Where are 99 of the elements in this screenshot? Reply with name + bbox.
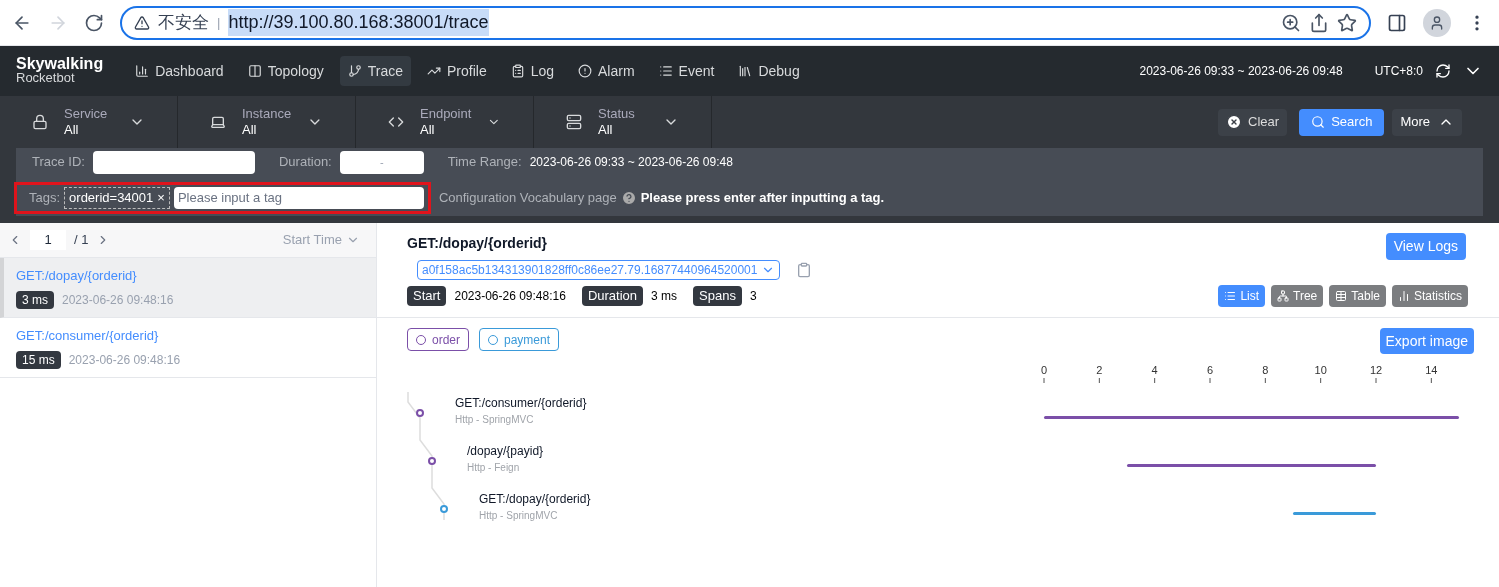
tick-mark: [1320, 377, 1322, 384]
tick-mark: [1098, 377, 1100, 384]
trace-id-field[interactable]: [93, 150, 255, 174]
timezone: UTC+8:0: [1374, 63, 1423, 80]
span-component: Http - Feign: [467, 461, 521, 475]
spans-label: Spans: [693, 286, 742, 306]
clear-button[interactable]: Clear: [1218, 108, 1288, 136]
nav-tab[interactable]: Event: [650, 56, 723, 86]
side-panel-icon[interactable]: [1387, 12, 1407, 33]
trace-endpoint: GET:/consumer/{orderid}: [16, 326, 160, 345]
list-icon: [658, 64, 673, 78]
tag-input-field[interactable]: Please input a tag: [173, 186, 424, 209]
tags-label: Tags:: [29, 188, 61, 207]
bookmark-star-icon[interactable]: [1337, 12, 1357, 33]
spans-value: 3: [749, 287, 757, 305]
view-mode-tab[interactable]: Tree: [1271, 285, 1324, 307]
tick-mark: [1154, 377, 1156, 384]
axis-tick-label: 12: [1369, 364, 1383, 376]
axis-tick-label: 8: [1262, 364, 1269, 376]
search-icon: [1311, 115, 1326, 129]
nav-tab[interactable]: Profile: [419, 56, 495, 86]
axis-tick-label: 14: [1425, 364, 1438, 376]
axis-tick-label: 0: [1040, 364, 1048, 376]
refresh-icon[interactable]: [1435, 63, 1451, 79]
start-value: 2023-06-26 09:48:16: [454, 287, 566, 305]
axis-tick-label: 2: [1096, 364, 1103, 376]
nav-tab[interactable]: Alarm: [570, 56, 643, 86]
span-component: Http - SpringMVC: [479, 509, 559, 523]
trace-duration: 15 ms: [16, 351, 61, 370]
reload-icon[interactable]: [84, 12, 104, 33]
bar-chart-icon: [1398, 290, 1410, 302]
list-icon: [1224, 290, 1237, 302]
start-label: Start: [407, 286, 447, 306]
lock-icon: [32, 114, 48, 130]
service-legend-item[interactable]: order: [407, 328, 469, 351]
warning-icon: [134, 14, 150, 31]
tag-chip: orderid=34001 ×: [64, 186, 170, 209]
trace-id-label: Trace ID:: [32, 153, 85, 172]
branch-icon: [347, 64, 362, 78]
tick-mark: [1375, 377, 1377, 384]
zoom-icon[interactable]: [1281, 12, 1301, 33]
tag-remove[interactable]: ×: [157, 187, 165, 208]
vocabulary-link[interactable]: Configuration Vocabulary page: [438, 187, 617, 208]
view-mode-tab[interactable]: Table: [1329, 285, 1386, 307]
duration-label: Duration:: [279, 153, 332, 172]
books-icon: [738, 64, 753, 78]
time-range[interactable]: 2023-06-26 09:33 ~ 2023-06-26 09:48: [1139, 62, 1343, 80]
page-field[interactable]: 1: [30, 230, 66, 250]
more-button[interactable]: More: [1392, 108, 1462, 136]
duration-value: 3 ms: [651, 287, 678, 305]
logo-subtitle: Rocketbot: [16, 71, 75, 85]
copy-icon[interactable]: [796, 262, 813, 278]
trace-list-item[interactable]: GET:/dopay/{orderid} 3 ms 2023-06-26 09:48:16: [0, 258, 376, 318]
code-icon: [388, 114, 404, 130]
page-total: / 1: [74, 231, 89, 250]
logo-text: Skywalking: [16, 57, 104, 71]
tick-mark: [1209, 377, 1211, 384]
duration-separator: -: [379, 154, 384, 170]
nav-tab[interactable]: Log: [502, 56, 563, 86]
time-range-label: Time Range:: [447, 153, 522, 172]
duration-label: Duration: [581, 286, 644, 306]
axis-tick-label: 10: [1314, 364, 1327, 376]
tick-mark: [1043, 377, 1045, 384]
axis-tick-label: 6: [1206, 364, 1214, 376]
laptop-icon: [210, 114, 226, 130]
nav-tab[interactable]: Trace: [339, 56, 411, 86]
share-icon[interactable]: [1309, 12, 1329, 33]
clipboard-icon: [510, 64, 525, 78]
trace-title: GET:/dopay/{orderid}: [407, 234, 549, 253]
address-bar[interactable]: 不安全 | http://39.100.80.168:38001/trace: [120, 5, 1371, 40]
tick-mark: [1430, 377, 1432, 384]
span-name[interactable]: GET:/consumer/{orderid}: [455, 394, 587, 412]
time-range-value: 2023-06-26 09:33 ~ 2023-06-26 09:48: [529, 154, 733, 171]
view-mode-tab[interactable]: Statistics: [1392, 285, 1468, 307]
nav-tab[interactable]: Topology: [239, 56, 332, 86]
url-text: http://39.100.80.168:38001/trace: [228, 9, 489, 36]
clear-icon: [1226, 114, 1243, 130]
columns-icon: [247, 64, 262, 78]
bar-chart-icon: [135, 64, 150, 78]
span-component: Http - SpringMVC: [455, 413, 535, 427]
security-label: 不安全: [158, 11, 209, 34]
alert-icon: [578, 64, 593, 78]
tick-mark: [1264, 377, 1266, 384]
server-icon: [566, 114, 582, 130]
tag-hint: Please press enter after inputting a tag.: [640, 188, 885, 207]
nav-tab[interactable]: Debug: [730, 56, 808, 86]
table-icon: [1335, 290, 1348, 302]
axis-tick-label: 4: [1151, 364, 1158, 376]
hierarchy-icon: [1277, 290, 1290, 302]
trace-start-time: 2023-06-26 09:48:16: [68, 352, 181, 370]
nav-tab[interactable]: Dashboard: [127, 56, 232, 86]
trace-start-time: 2023-06-26 09:48:16: [62, 292, 174, 310]
trace-endpoint: GET:/dopay/{orderid}: [16, 266, 138, 285]
span-name[interactable]: /dopay/{payid}: [467, 442, 544, 460]
profile-avatar[interactable]: [1423, 8, 1451, 37]
help-icon: [620, 189, 637, 206]
span-name[interactable]: GET:/dopay/{orderid}: [479, 490, 591, 508]
trace-duration: 3 ms: [16, 291, 54, 310]
address-separator: |: [217, 13, 221, 32]
